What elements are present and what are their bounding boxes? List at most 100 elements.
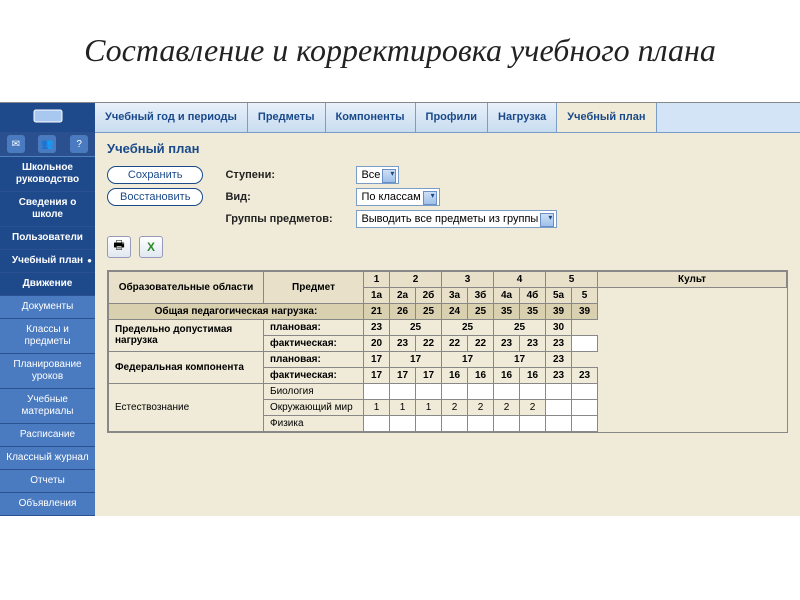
groups-select[interactable]: Выводить все предметы из группы — [356, 210, 557, 228]
cell[interactable] — [520, 415, 546, 431]
sidebar-item-5[interactable]: Документы — [0, 296, 95, 319]
col-group: 3 — [442, 271, 494, 287]
cell[interactable]: 2 — [494, 399, 520, 415]
cell[interactable] — [416, 415, 442, 431]
cell[interactable]: 23 — [390, 335, 416, 351]
users-icon[interactable]: 👥 — [38, 135, 56, 153]
cell[interactable] — [468, 383, 494, 399]
tab-5[interactable]: Учебный план — [557, 103, 656, 132]
cell[interactable]: 22 — [442, 335, 468, 351]
sidebar-item-0[interactable]: Школьное руководство — [0, 157, 95, 192]
cell[interactable]: 2 — [468, 399, 494, 415]
cell[interactable]: 1 — [416, 399, 442, 415]
cell[interactable] — [572, 383, 598, 399]
cell[interactable]: 17 — [494, 351, 546, 367]
sidebar: ✉ 👥 ? Школьное руководствоСведения о шко… — [0, 103, 95, 516]
col-class: 3б — [468, 287, 494, 303]
tab-4[interactable]: Нагрузка — [488, 103, 557, 132]
cell[interactable]: 23 — [572, 367, 598, 383]
cell[interactable] — [494, 415, 520, 431]
sidebar-item-9[interactable]: Расписание — [0, 424, 95, 447]
col-class: 1а — [364, 287, 390, 303]
cell[interactable]: 25 — [494, 319, 546, 335]
sidebar-item-10[interactable]: Классный журнал — [0, 447, 95, 470]
cell[interactable]: 17 — [416, 367, 442, 383]
cell[interactable]: 20 — [364, 335, 390, 351]
sidebar-item-1[interactable]: Сведения о школе — [0, 192, 95, 227]
cell[interactable] — [546, 399, 572, 415]
cell[interactable]: 2 — [442, 399, 468, 415]
tab-2[interactable]: Компоненты — [326, 103, 416, 132]
cell[interactable] — [442, 415, 468, 431]
sidebar-item-12[interactable]: Объявления — [0, 493, 95, 516]
cell: 25 — [468, 303, 494, 319]
restore-button[interactable]: Восстановить — [107, 188, 203, 206]
cell[interactable] — [494, 383, 520, 399]
cell[interactable] — [390, 383, 416, 399]
cell[interactable]: 23 — [364, 319, 390, 335]
excel-icon[interactable]: X — [139, 236, 163, 258]
cell[interactable]: 25 — [442, 319, 494, 335]
sidebar-item-6[interactable]: Классы и предметы — [0, 319, 95, 354]
cell[interactable] — [468, 415, 494, 431]
cell[interactable]: 22 — [416, 335, 442, 351]
sidebar-icon-row: ✉ 👥 ? — [0, 133, 95, 157]
steps-select[interactable]: Все — [356, 166, 399, 184]
sidebar-item-3[interactable]: Учебный план — [0, 250, 95, 273]
cell[interactable] — [390, 415, 416, 431]
cell[interactable]: 1 — [390, 399, 416, 415]
cell[interactable]: 16 — [468, 367, 494, 383]
cell[interactable] — [572, 335, 598, 351]
cell[interactable] — [416, 383, 442, 399]
cell[interactable]: 17 — [390, 351, 442, 367]
cell[interactable]: 23 — [520, 335, 546, 351]
tab-0[interactable]: Учебный год и периоды — [95, 103, 248, 132]
tab-1[interactable]: Предметы — [248, 103, 326, 132]
help-icon[interactable]: ? — [70, 135, 88, 153]
cell[interactable] — [572, 399, 598, 415]
sidebar-item-4[interactable]: Движение — [0, 273, 95, 296]
col-group: 2 — [390, 271, 442, 287]
cell[interactable] — [364, 415, 390, 431]
print-icon[interactable]: 🖶 — [107, 236, 131, 258]
cell[interactable]: 1 — [364, 399, 390, 415]
cell[interactable] — [442, 383, 468, 399]
sidebar-item-11[interactable]: Отчеты — [0, 470, 95, 493]
sidebar-item-7[interactable]: Планирование уроков — [0, 354, 95, 389]
cell[interactable] — [546, 415, 572, 431]
cell[interactable]: 23 — [546, 335, 572, 351]
subject-label: фактическая: — [264, 367, 364, 383]
subject-label: фактическая: — [264, 335, 364, 351]
mail-icon[interactable]: ✉ — [7, 135, 25, 153]
sidebar-item-8[interactable]: Учебные материалы — [0, 389, 95, 424]
view-select[interactable]: По классам — [356, 188, 439, 206]
cell[interactable] — [520, 383, 546, 399]
subject-label: Физика — [264, 415, 364, 431]
sidebar-item-2[interactable]: Пользователи — [0, 227, 95, 250]
cell[interactable] — [572, 415, 598, 431]
cell[interactable]: 2 — [520, 399, 546, 415]
steps-label: Ступени: — [225, 169, 350, 181]
save-button[interactable]: Сохранить — [107, 166, 203, 184]
cell[interactable]: 17 — [364, 351, 390, 367]
cell[interactable] — [364, 383, 390, 399]
cell[interactable]: 23 — [494, 335, 520, 351]
col-class: 2а — [390, 287, 416, 303]
col-class: 4б — [520, 287, 546, 303]
cell: 35 — [520, 303, 546, 319]
cell[interactable]: 16 — [520, 367, 546, 383]
cell[interactable]: 16 — [442, 367, 468, 383]
cell[interactable]: 30 — [546, 319, 572, 335]
cell[interactable]: 25 — [390, 319, 442, 335]
cell[interactable] — [546, 383, 572, 399]
cell[interactable]: 22 — [468, 335, 494, 351]
cell[interactable]: 17 — [442, 351, 494, 367]
cell[interactable]: 17 — [364, 367, 390, 383]
tab-3[interactable]: Профили — [416, 103, 488, 132]
cell[interactable]: 23 — [546, 367, 572, 383]
main-panel: Учебный год и периодыПредметыКомпонентыП… — [95, 103, 800, 516]
cell[interactable]: 17 — [390, 367, 416, 383]
page-title: Учебный план — [107, 141, 788, 156]
cell[interactable]: 16 — [494, 367, 520, 383]
cell[interactable]: 23 — [546, 351, 572, 367]
